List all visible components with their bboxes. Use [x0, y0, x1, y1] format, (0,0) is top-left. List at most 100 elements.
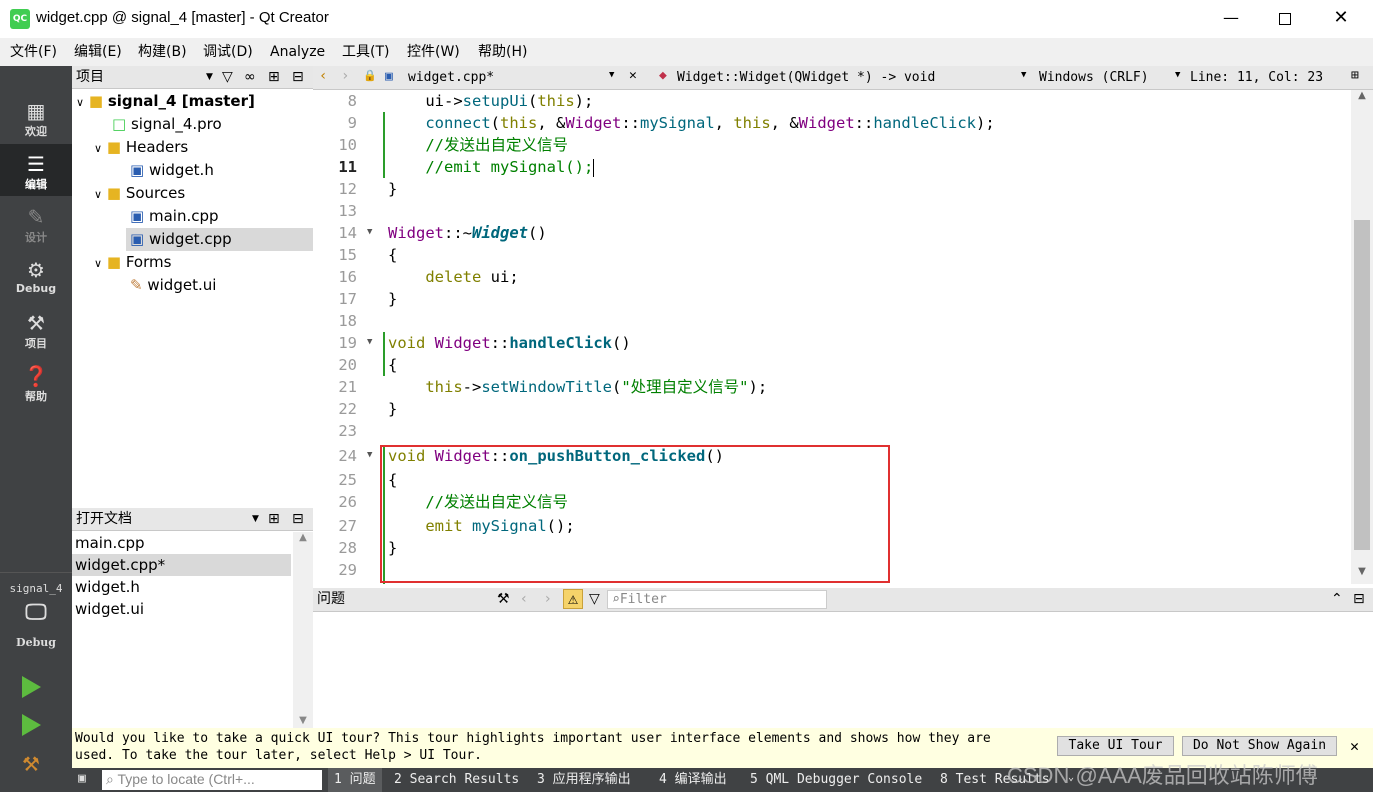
code-editor[interactable]: 8 9 10 11 12 13 14 15 16 17 18 19 20 21 … — [313, 90, 1351, 584]
chevron-down-icon: ∨ — [94, 188, 103, 201]
minimize-button[interactable]: — — [1208, 0, 1254, 38]
open-docs-scrollbar[interactable]: ▲ ▼ — [293, 532, 313, 728]
filter-icon[interactable]: ▽ — [222, 66, 233, 88]
filter-icon[interactable]: ▽ — [589, 588, 600, 610]
prev-issue-icon[interactable]: ‹ — [521, 588, 527, 610]
tree-item-pro[interactable]: □ signal_4.pro — [112, 113, 222, 136]
mode-projects[interactable]: ⚒ 项目 — [0, 312, 72, 351]
open-doc-item[interactable]: main.cpp — [72, 532, 291, 554]
line-ending-dropdown-icon[interactable]: ▼ — [1175, 70, 1180, 80]
lock-icon: 🔒 — [363, 69, 377, 82]
take-ui-tour-button[interactable]: Take UI Tour — [1057, 736, 1174, 756]
grid-icon: ▦ — [26, 99, 46, 123]
issues-filter-input[interactable]: ⌕Filter — [607, 590, 827, 609]
scroll-up-icon: ▲ — [299, 532, 307, 543]
maximize-pane-icon[interactable]: ⌃ — [1331, 588, 1343, 610]
code-line-19: void Widget::handleClick() — [388, 334, 631, 352]
output-tab-issues[interactable]: 1 问题 — [328, 768, 382, 792]
line-number: 16 — [338, 268, 357, 286]
menu-edit[interactable]: 编辑(E) — [74, 38, 122, 66]
output-tab-application-output[interactable]: 3 应用程序输出 — [537, 768, 631, 792]
help-icon: ❓ — [23, 364, 49, 388]
tree-item-main-cpp[interactable]: ▣ main.cpp — [130, 205, 219, 228]
dropdown-icon[interactable]: ▼ — [252, 508, 259, 530]
view-selector-dropdown[interactable]: ▼ — [206, 66, 213, 88]
mode-welcome[interactable]: ▦ 欢迎 — [0, 100, 72, 139]
output-tab-qml-debugger[interactable]: 5 QML Debugger Console — [750, 768, 922, 792]
menu-analyze[interactable]: Analyze — [270, 38, 325, 66]
code-line-16: delete ui; — [425, 268, 519, 286]
build-issues-icon[interactable]: ⚒ — [497, 588, 510, 610]
tree-item-widget-h[interactable]: ▣ widget.h — [130, 159, 214, 182]
document-icon: ☰ — [27, 152, 45, 176]
tree-item-widget-ui[interactable]: ✎ widget.ui — [130, 274, 216, 297]
maximize-button[interactable] — [1262, 0, 1308, 38]
close-pane-icon[interactable]: ⊟ — [1353, 588, 1365, 610]
tree-item-headers[interactable]: ∨ ■ Headers — [94, 136, 188, 159]
symbol-dropdown-icon[interactable]: ▼ — [1021, 70, 1026, 80]
menu-help[interactable]: 帮助(H) — [478, 38, 527, 66]
open-documents-header: 打开文档 ▼ ⊞ ⊟ — [72, 508, 313, 531]
output-tab-compile-output[interactable]: 4 编译输出 — [659, 768, 727, 792]
line-number: 12 — [338, 180, 357, 198]
symbol-selector[interactable]: Widget::Widget(QWidget *) -> void — [677, 70, 935, 85]
line-ending-selector[interactable]: Windows (CRLF) — [1039, 70, 1149, 85]
mode-edit[interactable]: ☰ 编辑 — [0, 144, 72, 196]
mode-design[interactable]: ✎ 设计 — [0, 206, 72, 245]
close-pane-icon[interactable]: ⊟ — [292, 66, 304, 88]
build-button[interactable]: ⚒ — [22, 752, 40, 776]
mode-debug[interactable]: ⚙ Debug — [0, 259, 72, 295]
open-doc-item[interactable]: widget.h — [72, 576, 291, 598]
search-icon: ⌕ — [106, 771, 114, 787]
split-editor-icon[interactable]: ⊞ — [1351, 68, 1359, 83]
debug-run-button[interactable] — [22, 714, 41, 736]
scroll-down-icon[interactable]: ▼ — [1351, 566, 1373, 584]
fold-marker-icon[interactable]: ▼ — [367, 450, 372, 460]
scroll-thumb[interactable] — [1354, 220, 1370, 550]
close-file-icon[interactable]: ✕ — [629, 68, 637, 83]
editor-scrollbar[interactable]: ▲ ▼ — [1351, 90, 1373, 584]
split-icon[interactable]: ⊞ — [268, 66, 280, 88]
menu-build[interactable]: 构建(B) — [138, 38, 187, 66]
menu-bar: 文件(F) 编辑(E) 构建(B) 调试(D) Analyze 工具(T) 控件… — [0, 38, 1373, 66]
watermark: CSDN @AAA废品回收站陈师傅 — [1007, 763, 1318, 788]
file-dropdown-icon[interactable]: ▼ — [609, 70, 614, 80]
locator-input[interactable]: ⌕ Type to locate (Ctrl+... — [102, 770, 322, 790]
line-number: 15 — [338, 246, 357, 264]
current-file-name[interactable]: widget.cpp* — [408, 70, 494, 85]
run-button[interactable] — [22, 676, 41, 698]
tree-item-forms[interactable]: ∨ ■ Forms — [94, 251, 171, 274]
cursor-position[interactable]: Line: 11, Col: 23 — [1190, 70, 1323, 85]
close-pane-icon[interactable]: ⊟ — [292, 508, 304, 530]
kit-selector[interactable]: 🖵 — [0, 602, 72, 625]
open-doc-item[interactable]: widget.ui — [72, 598, 291, 620]
tree-item-sources[interactable]: ∨ ■ Sources — [94, 182, 185, 205]
toggle-sidebar-icon[interactable]: ▣ — [78, 771, 86, 786]
close-infobar-icon[interactable]: ✕ — [1350, 737, 1359, 755]
fold-marker-icon[interactable]: ▼ — [367, 227, 372, 237]
sidebar-divider — [0, 572, 72, 573]
tree-item-widget-cpp[interactable]: ▣ widget.cpp — [126, 228, 313, 251]
forward-icon[interactable]: › — [341, 68, 349, 84]
menu-tools[interactable]: 工具(T) — [342, 38, 389, 66]
maximize-icon — [1279, 13, 1291, 25]
tree-item-project[interactable]: ∨ ■ signal_4 [master] — [76, 90, 255, 113]
open-doc-item[interactable]: widget.cpp* — [72, 554, 291, 576]
menu-controls[interactable]: 控件(W) — [407, 38, 460, 66]
link-icon[interactable]: ∞ — [244, 66, 256, 88]
mode-help[interactable]: ❓ 帮助 — [0, 365, 72, 404]
back-icon[interactable]: ‹ — [319, 68, 327, 84]
folder-icon: ■ — [106, 184, 122, 202]
fold-marker-icon[interactable]: ▼ — [367, 337, 372, 347]
next-issue-icon[interactable]: › — [545, 588, 551, 610]
do-not-show-again-button[interactable]: Do Not Show Again — [1182, 736, 1337, 756]
close-window-button[interactable]: ✕ — [1318, 0, 1364, 38]
split-icon[interactable]: ⊞ — [268, 508, 280, 530]
output-tab-search-results[interactable]: 2 Search Results — [394, 768, 519, 792]
warning-icon[interactable]: ⚠ — [563, 589, 583, 609]
menu-debug[interactable]: 调试(D) — [203, 38, 253, 66]
widget-h-label: widget.h — [148, 161, 214, 179]
main-cpp-label: main.cpp — [148, 207, 219, 225]
scroll-up-icon[interactable]: ▲ — [1351, 90, 1373, 108]
menu-file[interactable]: 文件(F) — [10, 38, 57, 66]
